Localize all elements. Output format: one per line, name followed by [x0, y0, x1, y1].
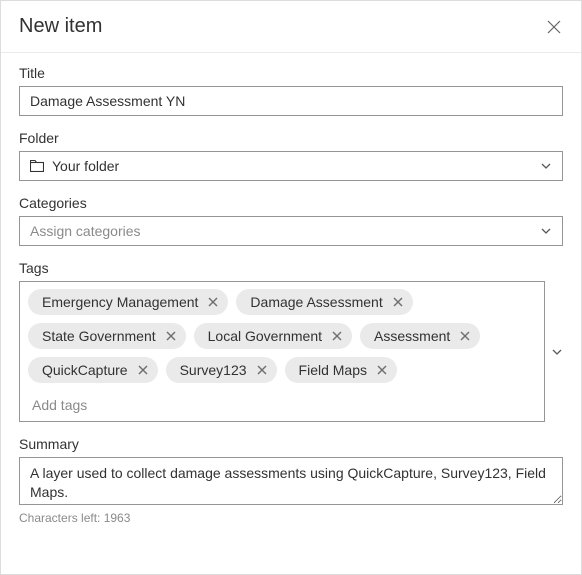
tag-remove-button[interactable] [138, 365, 148, 375]
tags-field-group: Tags Emergency Management Damage Assessm… [19, 260, 563, 422]
tag-chip: State Government [28, 323, 186, 349]
tag-chip: Field Maps [285, 357, 397, 383]
dialog-title: New item [19, 15, 102, 38]
categories-placeholder: Assign categories [30, 223, 540, 239]
tag-remove-button[interactable] [377, 365, 387, 375]
close-icon [377, 365, 387, 375]
tag-remove-button[interactable] [208, 297, 218, 307]
summary-label: Summary [19, 436, 563, 452]
tag-remove-button[interactable] [257, 365, 267, 375]
tag-text: Field Maps [299, 362, 367, 378]
close-icon [332, 331, 342, 341]
tag-text: State Government [42, 328, 156, 344]
tag-chip: Survey123 [166, 357, 277, 383]
tag-text: Assessment [374, 328, 450, 344]
tag-remove-button[interactable] [460, 331, 470, 341]
close-icon [257, 365, 267, 375]
close-icon [393, 297, 403, 307]
close-icon [546, 19, 562, 35]
tag-remove-button[interactable] [332, 331, 342, 341]
close-icon [460, 331, 470, 341]
tag-chip: Damage Assessment [236, 289, 412, 315]
tag-chip: Emergency Management [28, 289, 228, 315]
folder-icon [30, 159, 44, 173]
categories-select[interactable]: Assign categories [19, 216, 563, 246]
summary-field-group: Summary Characters left: 1963 [19, 436, 563, 525]
chevron-down-icon [540, 160, 552, 172]
close-icon [208, 297, 218, 307]
tag-remove-button[interactable] [393, 297, 403, 307]
title-label: Title [19, 65, 563, 81]
tag-chip: QuickCapture [28, 357, 158, 383]
categories-label: Categories [19, 195, 563, 211]
chevron-down-icon [552, 349, 562, 355]
tags-label: Tags [19, 260, 563, 276]
folder-field-group: Folder Your folder [19, 130, 563, 181]
tag-text: Emergency Management [42, 294, 198, 310]
title-input[interactable] [19, 86, 563, 116]
title-field-group: Title [19, 65, 563, 116]
tags-input[interactable] [28, 391, 536, 417]
close-button[interactable] [545, 18, 563, 36]
folder-select-value: Your folder [52, 158, 540, 174]
chevron-down-icon [540, 225, 552, 237]
tags-container[interactable]: Emergency Management Damage Assessment S… [19, 281, 545, 422]
tags-expand-button[interactable] [551, 346, 563, 358]
dialog-body: Title Folder Your folder Categories Assi… [1, 53, 581, 538]
folder-select[interactable]: Your folder [19, 151, 563, 181]
categories-field-group: Categories Assign categories [19, 195, 563, 246]
tag-text: Damage Assessment [250, 294, 382, 310]
tag-text: QuickCapture [42, 362, 128, 378]
new-item-dialog: New item Title Folder Your folder Catego… [0, 0, 582, 575]
folder-label: Folder [19, 130, 563, 146]
character-count: Characters left: 1963 [19, 511, 563, 525]
tag-remove-button[interactable] [166, 331, 176, 341]
tag-text: Local Government [208, 328, 322, 344]
summary-textarea[interactable] [19, 457, 563, 505]
close-icon [166, 331, 176, 341]
tag-text: Survey123 [180, 362, 247, 378]
close-icon [138, 365, 148, 375]
dialog-header: New item [1, 1, 581, 53]
tag-chip: Assessment [360, 323, 480, 349]
tag-chip: Local Government [194, 323, 352, 349]
